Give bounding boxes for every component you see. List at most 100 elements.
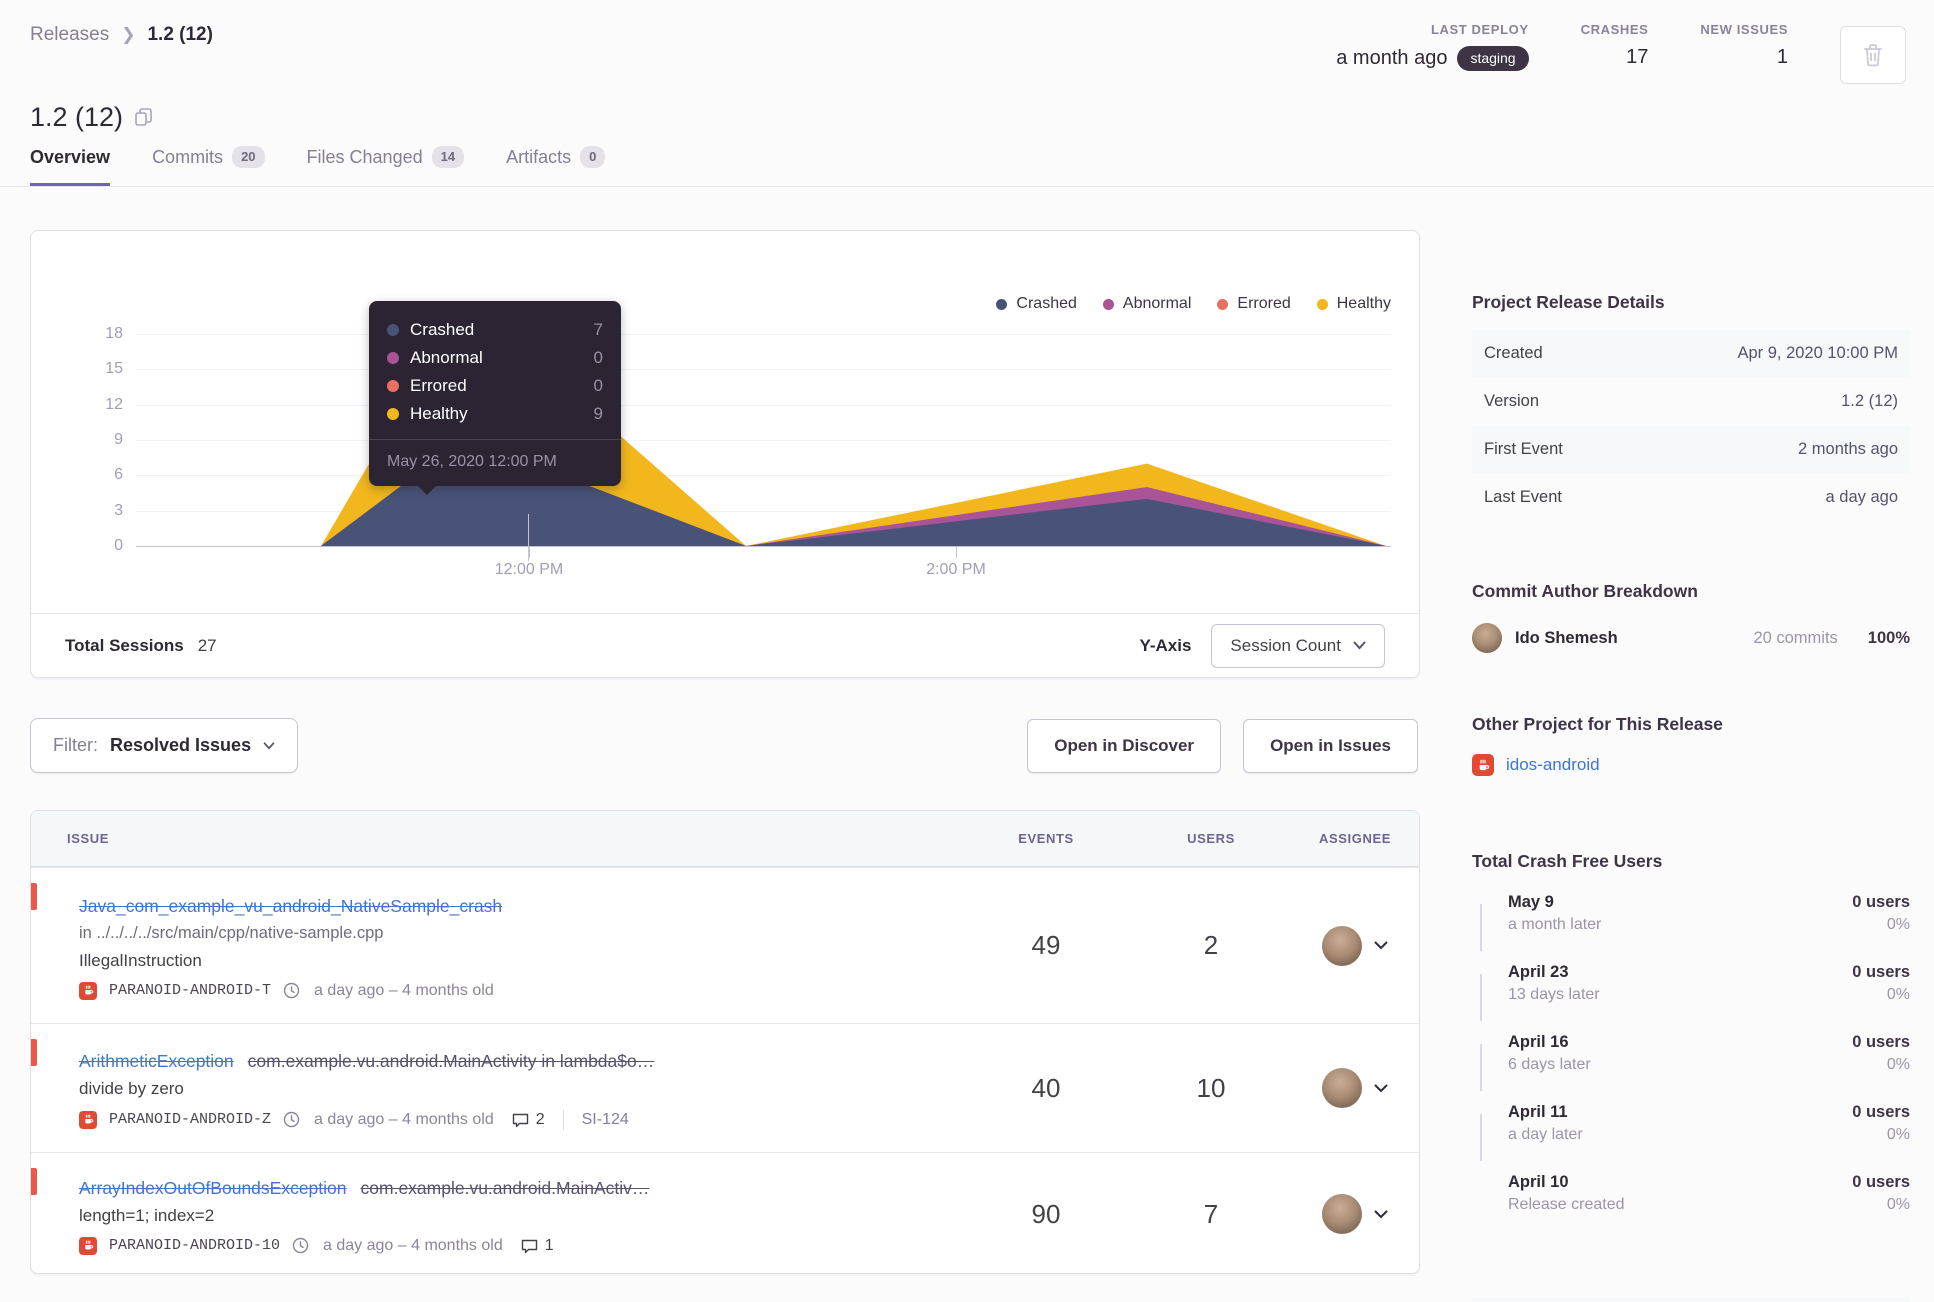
timeline-entry: May 90 users a month later 0%: [1472, 892, 1910, 962]
crash-free-heading: Total Crash Free Users: [1472, 851, 1663, 871]
release-title-row: 1.2 (12): [30, 102, 152, 133]
breadcrumb-current: 1.2 (12): [147, 24, 213, 45]
y-axis-tick: 6: [114, 466, 123, 484]
tab-files-changed[interactable]: Files Changed 14: [307, 146, 465, 186]
column-issue: ISSUE: [67, 831, 110, 846]
assignee-dropdown[interactable]: [1291, 1068, 1419, 1108]
issue-row[interactable]: ArrayIndexOutOfBoundsException com.exampl…: [31, 1152, 1419, 1273]
issue-comments-count: 1: [544, 1236, 554, 1254]
project-slug: PARANOID-ANDROID-T: [109, 982, 272, 999]
yaxis-select[interactable]: Session Count: [1211, 623, 1385, 668]
timeline-connector: [1480, 1114, 1482, 1161]
assignee-dropdown[interactable]: [1291, 925, 1419, 966]
issue-level-indicator: [31, 883, 37, 910]
timeline-connector: [1480, 1044, 1482, 1091]
commit-author-heading: Commit Author Breakdown: [1472, 581, 1698, 601]
y-axis-tick: 0: [114, 537, 123, 554]
tab-overview-label: Overview: [30, 146, 111, 167]
issue-subtitle: com.example.vu.android.MainActiv…: [360, 1177, 650, 1198]
chart-legend: Crashed Abnormal Errored Healthy: [996, 295, 1391, 313]
column-users: USERS: [1187, 831, 1235, 846]
y-axis-tick: 15: [105, 360, 123, 378]
issue-level-indicator: [31, 1039, 37, 1066]
clock-icon: [283, 1111, 300, 1128]
issue-users-count: 7: [1203, 1198, 1219, 1229]
issue-row[interactable]: Java_com_example_vu_android_NativeSample…: [31, 867, 1419, 1023]
yaxis-select-value: Session Count: [1230, 635, 1341, 655]
release-overview-page: Releases ❯ 1.2 (12) LAST DEPLOY a month …: [0, 0, 1934, 1302]
open-in-discover-button[interactable]: Open in Discover: [1027, 718, 1222, 773]
total-sessions-value: 27: [197, 635, 217, 655]
tab-overview[interactable]: Overview: [30, 146, 111, 186]
issue-title-link[interactable]: ArithmeticException: [79, 1051, 234, 1071]
issues-table: ISSUE EVENTS USERS ASSIGNEE Java_com_exa…: [30, 810, 1420, 1274]
other-project-row: idos-android: [1472, 751, 1910, 779]
timeline-entry: April 16 0 users 6 days later 0%: [1472, 1032, 1910, 1102]
delete-release-button[interactable]: [1840, 26, 1906, 84]
assignee-avatar: [1322, 1068, 1362, 1108]
stat-last-deploy-label: LAST DEPLOY: [1431, 22, 1529, 37]
x-axis-tick: 2:00 PM: [926, 561, 986, 578]
errored-dot-icon: [1217, 298, 1229, 310]
errored-dot-icon: [387, 380, 399, 392]
breadcrumb-releases-link[interactable]: Releases: [30, 24, 109, 46]
assignee-dropdown[interactable]: [1291, 1194, 1419, 1234]
timeline-entry: April 11 0 users a day later 0%: [1472, 1102, 1910, 1172]
copy-version-button[interactable]: [135, 108, 152, 127]
issue-short-id: SI-124: [581, 1110, 629, 1128]
tab-commits[interactable]: Commits 20: [152, 146, 265, 186]
author-percent: 100%: [1867, 628, 1910, 647]
issue-title-link[interactable]: Java_com_example_vu_android_NativeSample…: [79, 896, 502, 916]
healthy-dot-icon: [1316, 298, 1328, 310]
issue-subtitle: com.example.vu.android.MainActivity in l…: [247, 1050, 655, 1071]
issue-comments: 2: [512, 1111, 545, 1129]
filter-value: Resolved Issues: [110, 735, 252, 755]
tooltip-date: May 26, 2020 12:00 PM: [369, 439, 621, 486]
issues-table-header: ISSUE EVENTS USERS ASSIGNEE: [31, 811, 1419, 867]
issue-culprit: length=1; index=2: [79, 1205, 215, 1225]
stat-last-deploy-value: a month ago: [1336, 46, 1448, 69]
tooltip-row-healthy: Healthy 9: [387, 400, 603, 428]
release-tabs: Overview Commits 20 Files Changed 14 Art…: [30, 146, 606, 186]
stat-crashes: CRASHES 17: [1581, 22, 1649, 69]
legend-crashed[interactable]: Crashed: [996, 295, 1077, 313]
tab-artifacts[interactable]: Artifacts 0: [506, 146, 606, 186]
assignee-avatar: [1322, 1194, 1362, 1234]
legend-errored-label: Errored: [1237, 295, 1291, 312]
tooltip-caret: [417, 485, 437, 495]
issue-comments-count: 2: [535, 1110, 545, 1128]
issue-users-count: 2: [1203, 930, 1219, 960]
stat-last-deploy: LAST DEPLOY a month ago staging: [1336, 22, 1529, 71]
tooltip-row-crashed: Crashed 7: [387, 316, 603, 344]
timeline-entry: April 10 0 users Release created 0%: [1508, 1173, 1910, 1213]
project-slug: PARANOID-ANDROID-Z: [109, 1111, 272, 1128]
issues-filter-row: Filter: Resolved Issues Open in Discover…: [30, 718, 1418, 773]
legend-abnormal[interactable]: Abnormal: [1102, 295, 1191, 313]
stat-crashes-value: 17: [1626, 46, 1649, 68]
tab-files-changed-label: Files Changed: [306, 146, 423, 167]
issue-title-link[interactable]: ArrayIndexOutOfBoundsException: [79, 1178, 347, 1198]
header-stats: LAST DEPLOY a month ago staging CRASHES …: [1336, 22, 1906, 84]
chevron-down-icon: [1374, 1210, 1388, 1219]
issues-filter-select[interactable]: Filter: Resolved Issues: [30, 718, 299, 773]
chart-footer: Total Sessions 27 Y-Axis Session Count: [31, 613, 1419, 677]
commit-author-row: Ido Shemesh 20 commits 100%: [1472, 618, 1910, 658]
crashed-dot-icon: [996, 298, 1008, 310]
open-in-issues-button[interactable]: Open in Issues: [1243, 718, 1418, 773]
healthy-dot-icon: [387, 408, 399, 420]
tab-commits-count: 20: [232, 146, 265, 168]
chart-tooltip: Crashed 7 Abnormal 0 Errored 0 Healthy 9: [369, 301, 621, 495]
x-axis-line: [136, 546, 1391, 547]
other-project-link[interactable]: idos-android: [1506, 755, 1600, 775]
crash-free-timeline: May 90 users a month later 0% April 23 0 u…: [1472, 892, 1910, 1242]
issue-events-count: 90: [1031, 1198, 1061, 1229]
chevron-down-icon: [263, 741, 275, 750]
chevron-down-icon: [1374, 941, 1388, 950]
clock-icon: [292, 1237, 309, 1254]
legend-healthy[interactable]: Healthy: [1316, 295, 1391, 313]
page-header: Releases ❯ 1.2 (12) LAST DEPLOY a month …: [0, 0, 1934, 187]
detail-row-version: Version 1.2 (12): [1484, 391, 1898, 410]
y-axis-tick: 12: [105, 395, 123, 413]
legend-errored[interactable]: Errored: [1217, 295, 1291, 313]
issue-row[interactable]: ArithmeticException com.example.vu.androi…: [31, 1023, 1419, 1152]
